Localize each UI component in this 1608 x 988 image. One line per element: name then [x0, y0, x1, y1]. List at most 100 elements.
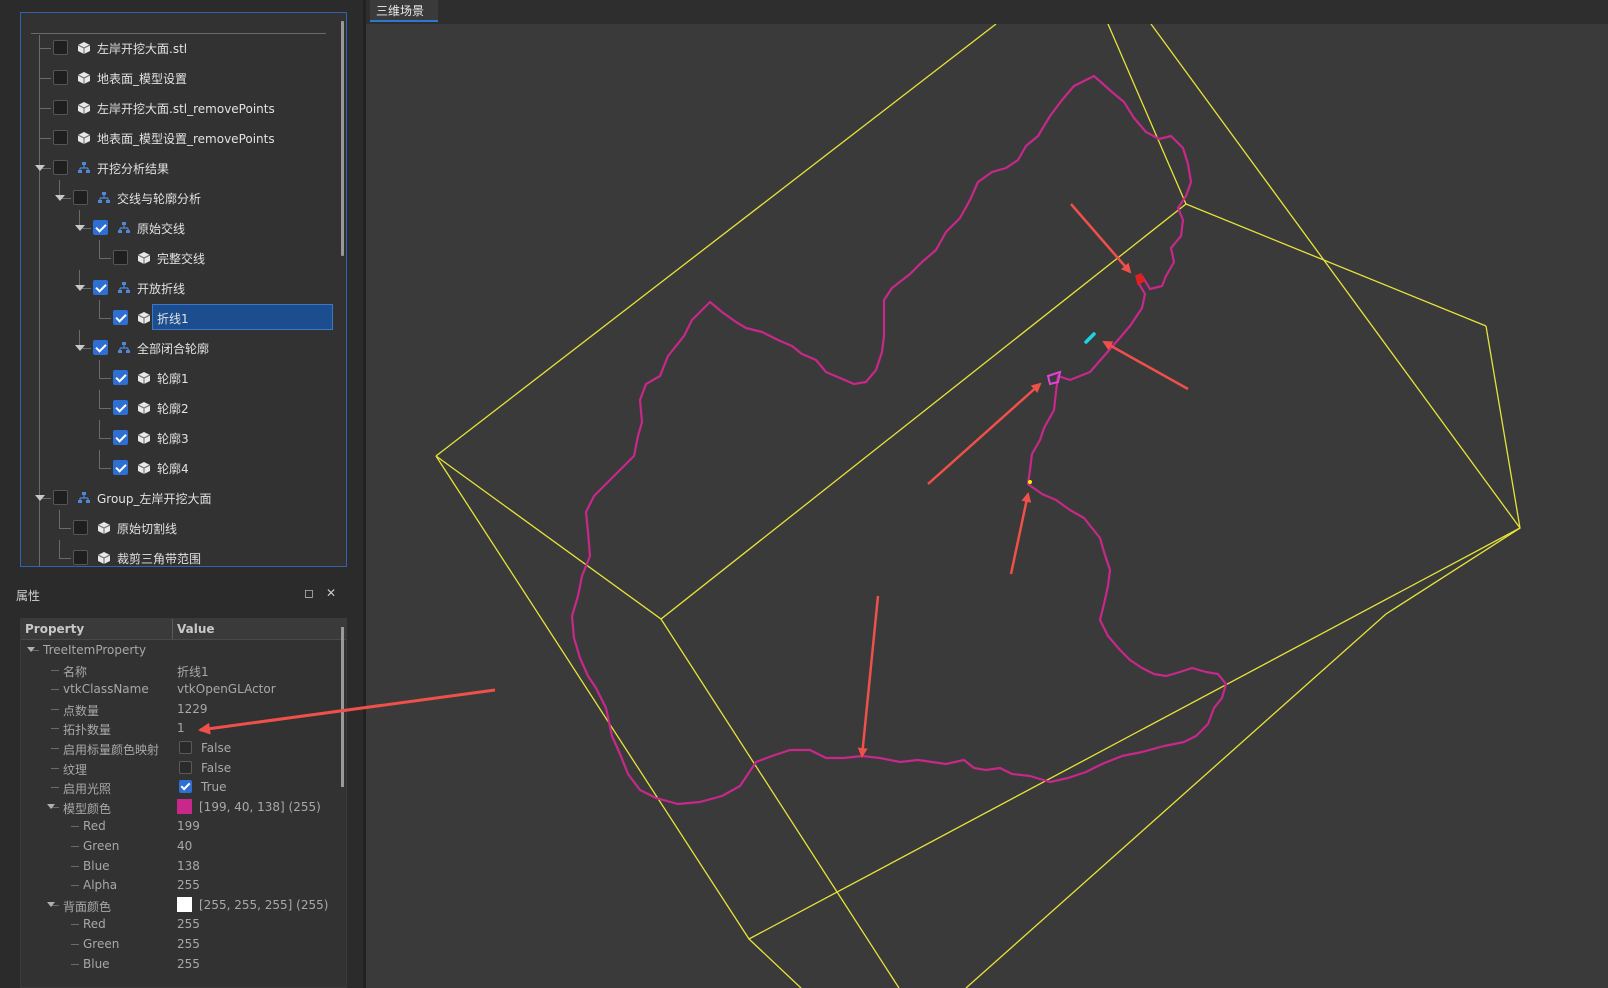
property-checkbox[interactable] [179, 741, 192, 754]
tree-item-label: Group_左岸开挖大面 [97, 492, 212, 506]
visibility-checkbox[interactable] [113, 430, 128, 445]
visibility-checkbox[interactable] [113, 400, 128, 415]
cube-icon [137, 401, 151, 415]
tree-item[interactable]: 裁剪三角带范围 [21, 540, 338, 566]
tree-item[interactable]: 原始交线 [21, 210, 338, 240]
tree-item[interactable]: 轮廓3 [21, 420, 338, 450]
visibility-checkbox[interactable] [113, 370, 128, 385]
tree-item-label: 轮廓3 [157, 432, 189, 446]
expand-arrow-icon[interactable] [55, 195, 65, 201]
property-name: Alpha [83, 878, 118, 893]
expand-arrow-icon[interactable] [75, 345, 85, 351]
expand-arrow-icon[interactable] [35, 495, 45, 501]
property-row[interactable]: vtkClassName vtkOpenGLActor [21, 679, 338, 699]
property-value: False [201, 741, 232, 755]
tree-branch-line [59, 558, 71, 559]
property-value: 255 [177, 937, 200, 951]
property-row[interactable]: Alpha 255 [21, 875, 338, 895]
tab-3d-scene[interactable]: 三维场景 [370, 0, 438, 22]
expand-arrow-icon[interactable] [75, 225, 85, 231]
expand-arrow-icon[interactable] [35, 165, 45, 171]
property-row[interactable]: Red 199 [21, 816, 338, 836]
property-row[interactable]: 纹理 False [21, 758, 338, 778]
tree-item[interactable]: 地表面_模型设置 [21, 64, 338, 90]
tree-item[interactable]: Group_左岸开挖大面 [21, 484, 338, 510]
property-name: 名称 [63, 664, 88, 679]
float-panel-icon[interactable]: ◻ [304, 586, 314, 600]
tree-item[interactable]: 左岸开挖大面.stl [21, 34, 338, 60]
hierarchy-icon [77, 161, 91, 175]
expand-arrow-icon[interactable] [27, 647, 35, 652]
property-row[interactable]: 拓扑数量 1 [21, 718, 338, 738]
property-value: [255, 255, 255] (255) [199, 897, 329, 912]
visibility-checkbox[interactable] [93, 340, 108, 355]
3d-viewport[interactable] [366, 24, 1608, 988]
property-row[interactable]: Blue 255 [21, 954, 338, 974]
visibility-checkbox[interactable] [53, 490, 68, 505]
tree-item[interactable]: 左岸开挖大面.stl_removePoints [21, 94, 338, 120]
property-row[interactable]: Green 40 [21, 836, 338, 856]
expand-arrow-icon[interactable] [75, 285, 85, 291]
tree-item[interactable]: 轮廓1 [21, 360, 338, 390]
visibility-checkbox[interactable] [53, 160, 68, 175]
scene-tree-panel: 左岸开挖大面.stl 地表面_模型设置 左岸开挖大面.stl_removePoint… [8, 0, 356, 575]
close-icon[interactable]: ✕ [326, 586, 336, 600]
header-value[interactable]: Value [177, 622, 215, 636]
property-name: 拓扑数量 [63, 723, 112, 738]
tree-item[interactable]: 开放折线 [21, 270, 338, 300]
property-row[interactable]: Green 255 [21, 934, 338, 954]
tree-item[interactable]: 轮廓4 [21, 450, 338, 480]
visibility-checkbox[interactable] [53, 40, 68, 55]
tree-item[interactable]: 开挖分析结果 [21, 154, 338, 180]
tree-branch-line [71, 885, 79, 887]
property-grid-header: Property Value [21, 619, 346, 640]
property-name: Green [83, 839, 120, 853]
color-swatch[interactable] [177, 896, 192, 912]
visibility-checkbox[interactable] [53, 100, 68, 115]
tree-item[interactable]: 交线与轮廓分析 [21, 180, 338, 210]
tree-item-label: 轮廓1 [157, 372, 189, 386]
tree-item[interactable]: 轮廓2 [21, 390, 338, 420]
scene-tree[interactable]: 左岸开挖大面.stl 地表面_模型设置 左岸开挖大面.stl_removePoint… [20, 12, 347, 567]
visibility-checkbox[interactable] [93, 280, 108, 295]
header-property[interactable]: Property [25, 622, 84, 636]
visibility-checkbox[interactable] [113, 460, 128, 475]
properties-scrollbar[interactable] [341, 627, 344, 787]
expand-arrow-icon[interactable] [47, 901, 55, 907]
tree-item[interactable]: 折线1 [21, 300, 338, 330]
property-row[interactable]: Blue 138 [21, 856, 338, 876]
property-row[interactable]: 点数量 1229 [21, 699, 338, 719]
property-row[interactable]: TreeItemProperty [21, 640, 338, 660]
visibility-checkbox[interactable] [73, 550, 88, 565]
3d-scene-canvas[interactable] [366, 24, 1608, 988]
visibility-checkbox[interactable] [73, 520, 88, 535]
property-row[interactable]: 背面颜色 [255, 255, 255] (255) [21, 895, 338, 915]
visibility-checkbox[interactable] [53, 70, 68, 85]
visibility-checkbox[interactable] [113, 310, 128, 325]
expand-arrow-icon[interactable] [47, 803, 55, 809]
property-row[interactable]: 启用光照 True [21, 777, 338, 797]
property-name: 模型颜色 [63, 801, 112, 816]
tree-branch-line [39, 138, 51, 139]
property-row[interactable]: 名称 折线1 [21, 660, 338, 680]
visibility-checkbox[interactable] [53, 130, 68, 145]
tree-item[interactable]: 全部闭合轮廓 [21, 330, 338, 360]
property-row[interactable]: 启用标量颜色映射 False [21, 738, 338, 758]
visibility-checkbox[interactable] [93, 220, 108, 235]
property-checkbox[interactable] [179, 780, 192, 794]
property-row[interactable]: Red 255 [21, 914, 338, 934]
visibility-checkbox[interactable] [113, 250, 128, 265]
cube-icon [137, 371, 151, 385]
property-row[interactable]: 模型颜色 [199, 40, 138] (255) [21, 797, 338, 817]
color-swatch[interactable] [177, 798, 192, 814]
tree-item[interactable]: 完整交线 [21, 240, 338, 270]
tree-item[interactable]: 地表面_模型设置_removePoints [21, 124, 338, 150]
tree-branch-line [59, 528, 71, 529]
header-divider[interactable] [172, 619, 173, 639]
property-checkbox[interactable] [179, 760, 192, 774]
tree-scrollbar[interactable] [341, 21, 344, 256]
tree-branch-line [99, 390, 100, 408]
tree-item[interactable]: 原始切割线 [21, 510, 338, 540]
cube-icon [77, 71, 91, 85]
visibility-checkbox[interactable] [73, 190, 88, 205]
